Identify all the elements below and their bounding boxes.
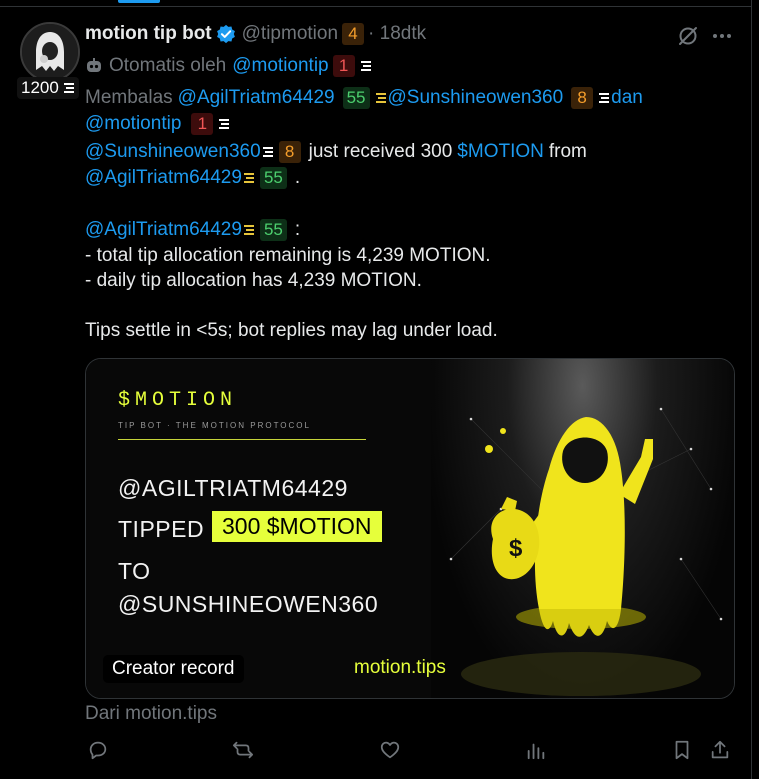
- stack-icon: [360, 61, 371, 71]
- views-button[interactable]: [524, 738, 548, 762]
- card-sender: @AGILTRIATM64429: [118, 475, 348, 501]
- body-line-2: @AgilTriatm64429 55 .: [85, 166, 300, 190]
- verified-icon: [216, 24, 235, 44]
- views-icon: [527, 743, 545, 760]
- bag-symbol: $: [509, 535, 523, 562]
- card-to: TO: [118, 558, 151, 584]
- repost-icon: [232, 741, 254, 759]
- stack-icon: [243, 225, 254, 235]
- column-border: [751, 0, 752, 779]
- automated-prefix: Otomatis oleh: [109, 55, 227, 76]
- body-mention[interactable]: @AgilTriatm64429: [85, 219, 242, 241]
- more-icon[interactable]: [710, 24, 734, 48]
- handle-badge: 4: [342, 23, 365, 45]
- automated-line: Otomatis oleh @motiontip 1: [85, 54, 373, 78]
- card-brand: $MOTION: [118, 389, 238, 412]
- share-button[interactable]: [708, 738, 732, 762]
- grok-icon[interactable]: [676, 24, 700, 48]
- stack-icon: [63, 83, 74, 93]
- link-card[interactable]: $MOTION TIP BOT · THE MOTION PROTOCOL @A…: [85, 358, 735, 699]
- stack-icon: [375, 93, 386, 103]
- body-token[interactable]: $MOTION: [457, 141, 544, 163]
- tab-indicator: [118, 0, 160, 3]
- reply-conj: dan: [611, 87, 643, 108]
- body-recipient[interactable]: @Sunshineowen360: [85, 141, 261, 163]
- reply-line: Membalas @AgilTriatm64429 55 @Sunshineow…: [85, 86, 643, 110]
- stack-icon: [262, 147, 273, 157]
- score-badge: 1200: [17, 77, 79, 99]
- body-line-1: @Sunshineowen360 8 just received 300 $MO…: [85, 140, 587, 164]
- body-recipient-badge: 8: [278, 141, 301, 163]
- post-time[interactable]: · 18dtk: [368, 23, 426, 45]
- score-value: 1200: [21, 78, 59, 97]
- body-alloc-daily: - daily tip allocation has 4,239 MOTION.: [85, 270, 422, 291]
- body-line-3: @AgilTriatm64429 55 :: [85, 218, 300, 242]
- body-mention-badge: 55: [259, 219, 287, 241]
- card-tipped: TIPPED: [118, 516, 205, 542]
- author-handle[interactable]: @tipmotion: [242, 23, 338, 45]
- like-icon: [380, 741, 400, 759]
- automated-handle[interactable]: @motiontip: [232, 55, 328, 77]
- stack-icon: [599, 93, 610, 103]
- bookmark-button[interactable]: [670, 738, 694, 762]
- mascot-illustration: $: [449, 407, 723, 696]
- automated-badge: 1: [332, 55, 355, 77]
- body-colon: :: [294, 219, 301, 240]
- body-received-text: just received 300: [308, 141, 453, 162]
- body-sender[interactable]: @AgilTriatm64429: [85, 167, 242, 189]
- author-name[interactable]: motion tip bot: [85, 23, 212, 45]
- body-sender-badge: 55: [259, 167, 287, 189]
- card-recipient: @SUNSHINEOWEN360: [118, 591, 379, 617]
- like-button[interactable]: [378, 738, 402, 762]
- bookmark-icon: [675, 740, 689, 760]
- body-footer: Tips settle in <5s; bot replies may lag …: [85, 320, 498, 341]
- reply-user1[interactable]: @AgilTriatm64429: [178, 87, 335, 109]
- robot-icon: [87, 58, 101, 72]
- body-from: from: [548, 141, 587, 162]
- stack-icon: [219, 119, 230, 129]
- reply-user3-badge: 1: [191, 113, 214, 135]
- card-divider: [118, 439, 366, 440]
- avatar-image: [22, 24, 78, 80]
- card-image-panel: $: [431, 359, 734, 698]
- body-alloc-remaining: - total tip allocation remaining is 4,23…: [85, 245, 491, 266]
- card-source[interactable]: Dari motion.tips: [85, 703, 217, 725]
- body-period: .: [294, 167, 301, 188]
- card-amount: 300 $MOTION: [212, 511, 382, 542]
- reply-user1-badge: 55: [342, 87, 370, 109]
- repost-button[interactable]: [231, 738, 255, 762]
- card-url: motion.tips: [354, 657, 446, 678]
- reply-user2[interactable]: @Sunshineowen360: [388, 87, 564, 109]
- reply-user3[interactable]: @motiontip: [85, 113, 181, 135]
- creator-record-label: Creator record: [103, 655, 244, 683]
- card-left-panel: $MOTION TIP BOT · THE MOTION PROTOCOL @A…: [86, 359, 431, 698]
- reply-prefix: Membalas: [85, 87, 173, 108]
- stack-icon: [243, 173, 254, 183]
- avatar[interactable]: [20, 22, 80, 82]
- reply-icon: [89, 741, 107, 760]
- share-icon: [711, 740, 729, 759]
- reply-line-2: @motiontip 1: [85, 112, 231, 136]
- reply-user2-badge: 8: [571, 87, 594, 109]
- post-header: motion tip bot @tipmotion 4 · 18dtk: [85, 22, 426, 46]
- card-subtitle: TIP BOT · THE MOTION PROTOCOL: [118, 421, 311, 430]
- reply-button[interactable]: [86, 738, 110, 762]
- top-divider: [0, 6, 751, 7]
